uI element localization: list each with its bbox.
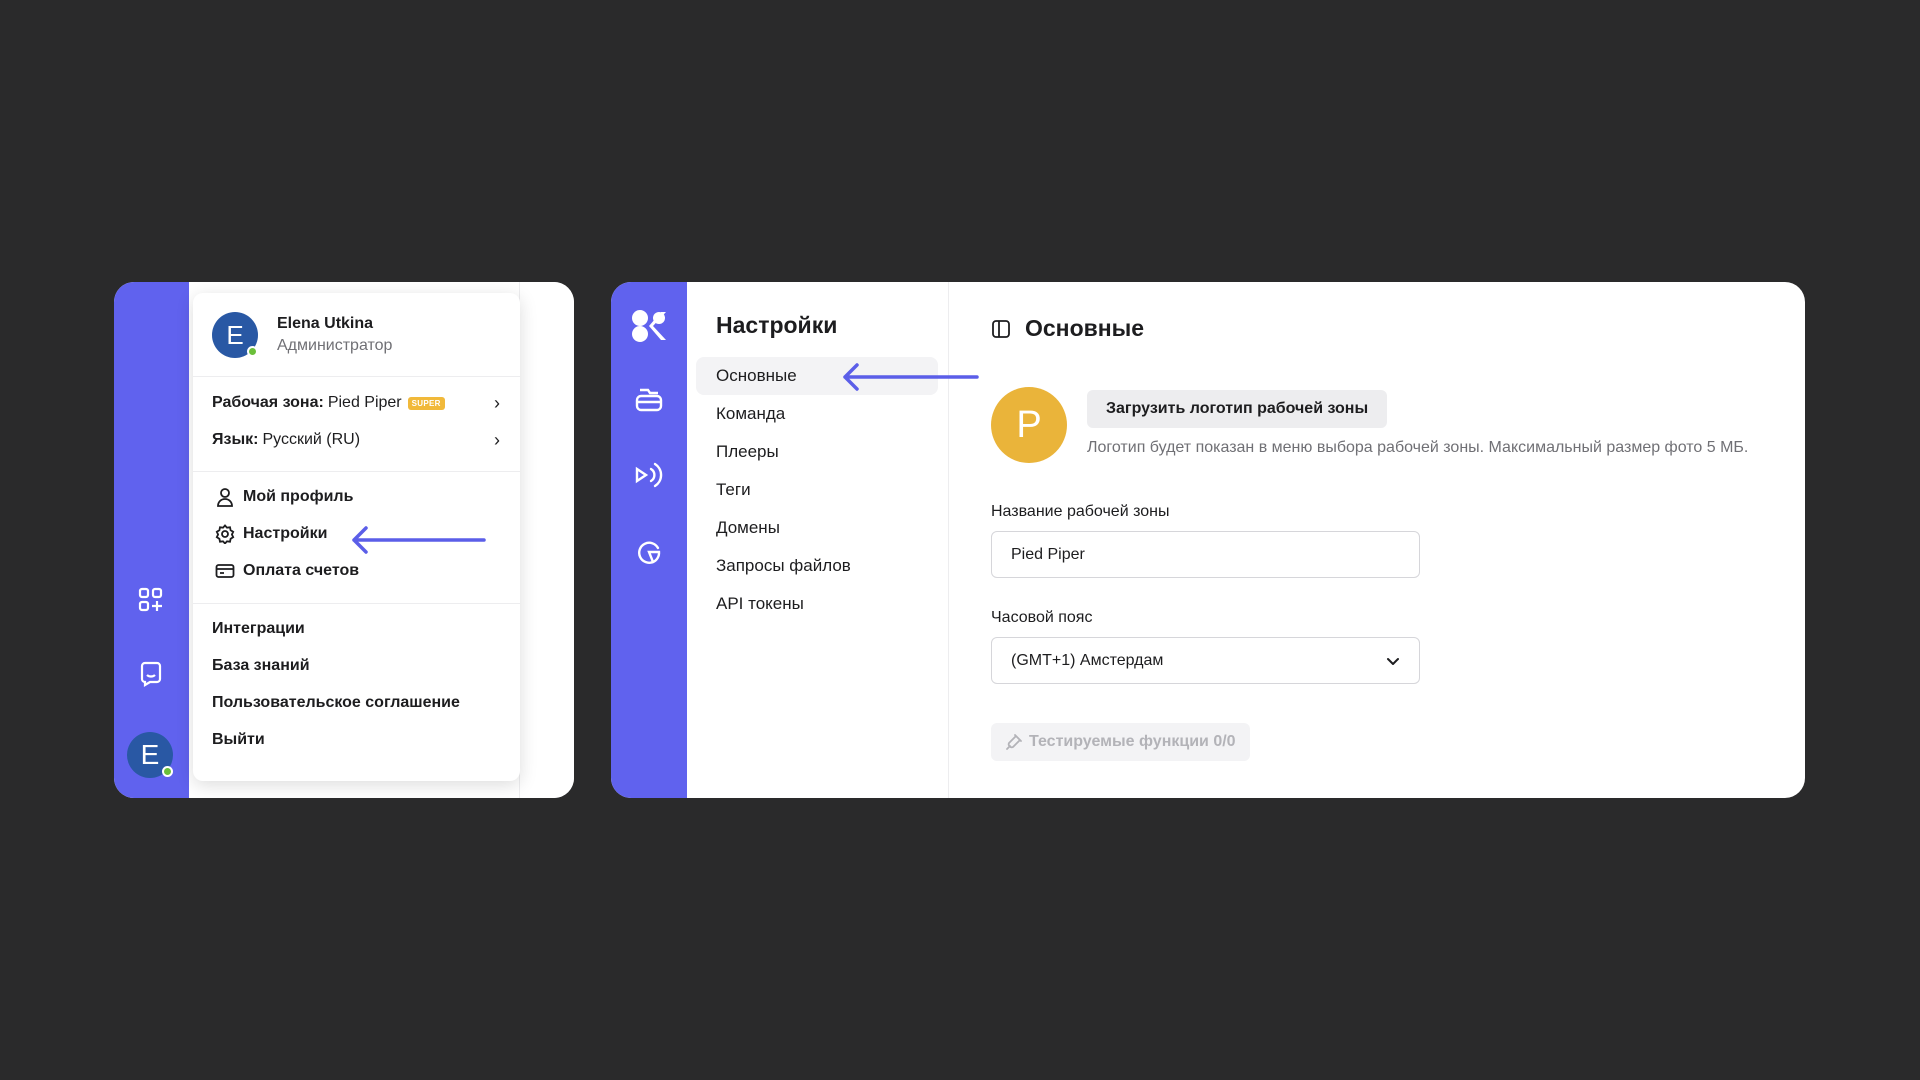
app-rail: [611, 282, 687, 798]
settings-nav-title: Настройки: [716, 312, 838, 338]
sidebar-toggle-icon[interactable]: [991, 319, 1011, 339]
menu-item-user-agreement[interactable]: Пользовательское соглашение: [212, 690, 460, 716]
menu-divider: [193, 603, 520, 604]
pointer-arrow-general: [843, 363, 979, 391]
workspace-name-label: Название рабочей зоны: [991, 503, 1170, 520]
menu-item-profile[interactable]: Мой профиль: [215, 484, 353, 510]
super-badge: SUPER: [407, 396, 445, 410]
timezone-label: Часовой пояс: [991, 609, 1093, 626]
chat-icon[interactable]: [133, 656, 169, 692]
beta-features-button[interactable]: Тестируемые функции 0/0: [991, 723, 1250, 761]
user-icon: [217, 488, 233, 507]
chevron-right-icon: ›: [494, 392, 500, 413]
online-indicator: [162, 766, 173, 777]
workspace-name-input[interactable]: Pied Piper: [991, 531, 1420, 578]
workspace-name-value: Pied Piper: [1011, 545, 1085, 563]
nav-item-players[interactable]: Плееры: [696, 433, 938, 471]
credit-card-icon: [215, 564, 235, 578]
analytics-icon[interactable]: [629, 532, 669, 572]
menu-item-label: Настройки: [243, 525, 328, 542]
settings-nav: Настройки Основные Команда Плееры Теги Д…: [687, 282, 949, 798]
timezone-value: (GMT+1) Амстердам: [1011, 651, 1164, 669]
settings-panel: Настройки Основные Команда Плееры Теги Д…: [611, 282, 1805, 798]
rail-avatar-initial: E: [140, 739, 160, 770]
chevron-right-icon: ›: [494, 429, 500, 450]
logo-hint: Логотип будет показан в меню выбора рабо…: [1087, 439, 1749, 456]
menu-divider: [193, 471, 520, 472]
left-rail: E: [114, 282, 189, 798]
folder-icon[interactable]: [629, 380, 669, 420]
workspace-label: Рабочая зона:: [212, 394, 324, 411]
page-header: Основные: [991, 315, 1144, 342]
avatar: E: [212, 312, 258, 358]
player-icon[interactable]: [629, 455, 669, 495]
workspace-switcher[interactable]: Рабочая зона: Pied Piper SUPER ›: [212, 390, 500, 416]
online-indicator: [247, 346, 258, 357]
menu-item-billing[interactable]: Оплата счетов: [215, 558, 359, 584]
menu-divider: [193, 376, 520, 377]
settings-content: Основные P Загрузить логотип рабочей зон…: [950, 282, 1805, 798]
workspace-value: Pied Piper: [327, 394, 402, 411]
menu-user-card: E Elena Utkina Администратор: [212, 312, 392, 358]
pointer-arrow-settings: [352, 526, 486, 554]
upload-logo-button[interactable]: Загрузить логотип рабочей зоны: [1087, 390, 1388, 428]
brand-logo-icon[interactable]: [629, 306, 669, 346]
workspace-logo-initial: P: [1016, 403, 1042, 446]
flask-icon: [1006, 734, 1022, 750]
user-name: Elena Utkina: [277, 315, 374, 332]
avatar-initial: E: [226, 319, 244, 350]
language-label: Язык:: [212, 431, 259, 448]
chevron-down-icon: [1387, 657, 1399, 665]
language-value: Русский (RU): [262, 431, 361, 448]
nav-item-tags[interactable]: Теги: [696, 471, 938, 509]
profile-menu-panel: E E Elena Utkina Администратор Рабочая з…: [114, 282, 574, 798]
nav-item-file-requests[interactable]: Запросы файлов: [696, 547, 938, 585]
language-switcher[interactable]: Язык: Русский (RU) ›: [212, 427, 500, 453]
menu-item-label: Оплата счетов: [243, 562, 360, 579]
nav-item-api-tokens[interactable]: API токены: [696, 585, 938, 623]
menu-item-settings[interactable]: Настройки: [215, 521, 327, 547]
apps-add-icon[interactable]: [133, 582, 169, 618]
nav-item-team[interactable]: Команда: [696, 395, 938, 433]
menu-item-knowledge-base[interactable]: База знаний: [212, 653, 310, 679]
gear-icon: [215, 524, 235, 544]
nav-item-domains[interactable]: Домены: [696, 509, 938, 547]
menu-item-logout[interactable]: Выйти: [212, 727, 265, 753]
workspace-logo: P: [991, 387, 1067, 463]
timezone-select[interactable]: (GMT+1) Амстердам: [991, 637, 1420, 684]
rail-avatar[interactable]: E: [127, 732, 173, 778]
menu-item-label: Мой профиль: [243, 488, 354, 505]
beta-features-label: Тестируемые функции 0/0: [1029, 733, 1236, 750]
page-title: Основные: [1025, 315, 1145, 341]
menu-item-integrations[interactable]: Интеграции: [212, 616, 305, 642]
user-role: Администратор: [277, 337, 393, 354]
